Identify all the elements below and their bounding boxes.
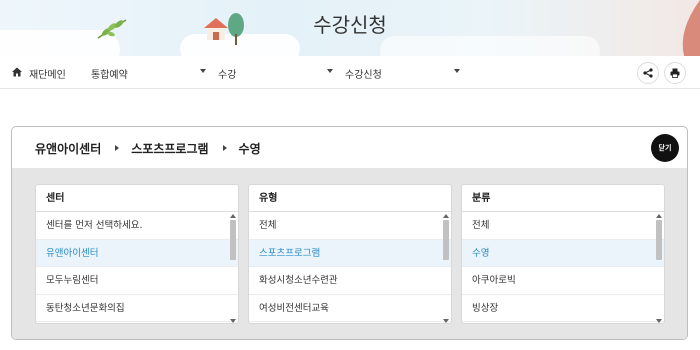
path-center: 유앤아이센터 <box>35 141 102 156</box>
scroll-down-icon[interactable] <box>230 319 236 323</box>
caret-down-icon[interactable] <box>200 69 206 73</box>
list-item[interactable]: 여성비전센터교육 <box>249 295 451 322</box>
scroll-up-icon[interactable] <box>443 214 449 218</box>
caret-down-icon[interactable] <box>327 69 333 73</box>
center-column: 센터 센터를 먼저 선택하세요. 유앤아이센터 모두누림센터 동탄청소년문화의집 <box>35 184 239 324</box>
scroll-down-icon[interactable] <box>443 319 449 323</box>
category-select-panel: 유앤아이센터 스포츠프로그램 수영 닫기 센터 센터를 먼저 선택하세요. 유앤… <box>11 126 688 340</box>
type-column: 유형 전체 스포츠프로그램 화성시청소년수련관 여성비전센터교육 <box>248 184 452 324</box>
share-icon <box>643 68 653 78</box>
list-item[interactable]: 빙상장 <box>462 295 664 322</box>
chevron-right-icon <box>115 145 120 151</box>
breadcrumb-level1-select[interactable]: 통합예약 <box>91 66 128 81</box>
scroll-thumb[interactable] <box>230 220 236 260</box>
list-item[interactable]: 아쿠아로빅 <box>462 267 664 295</box>
scroll-thumb[interactable] <box>656 220 662 260</box>
scrollbar[interactable] <box>656 214 662 323</box>
close-button[interactable]: 닫기 <box>651 134 679 162</box>
print-button[interactable] <box>664 62 686 84</box>
list-item[interactable]: 모두누림센터 <box>36 267 238 295</box>
breadcrumb: 재단메인 통합예약 수강 수강신청 <box>0 56 700 89</box>
scroll-up-icon[interactable] <box>230 214 236 218</box>
selection-columns: 센터 센터를 먼저 선택하세요. 유앤아이센터 모두누림센터 동탄청소년문화의집… <box>12 168 687 339</box>
scrollbar[interactable] <box>443 214 449 323</box>
scroll-up-icon[interactable] <box>656 214 662 218</box>
page-title: 수강신청 <box>313 13 387 37</box>
list-item[interactable]: 전체 <box>462 212 664 240</box>
breadcrumb-level2-select[interactable]: 수강 <box>218 66 236 81</box>
list-item[interactable]: 화성시청소년수련관 <box>249 267 451 295</box>
scroll-thumb[interactable] <box>443 220 449 260</box>
scroll-down-icon[interactable] <box>656 319 662 323</box>
category-column: 분류 전체 수영 아쿠아로빅 빙상장 <box>461 184 665 324</box>
path-category: 수영 <box>238 141 261 156</box>
chevron-right-icon <box>222 145 227 151</box>
list-item[interactable]: 동탄청소년문화의집 <box>36 295 238 322</box>
column-header: 유형 <box>249 185 451 212</box>
list-item[interactable]: 센터를 먼저 선택하세요. <box>36 212 238 240</box>
print-icon <box>670 68 680 78</box>
list-item-selected[interactable]: 유앤아이센터 <box>36 239 238 267</box>
list-item[interactable]: 전체 <box>249 212 451 240</box>
column-header: 센터 <box>36 185 238 212</box>
breadcrumb-home-link[interactable]: 재단메인 <box>29 66 66 81</box>
path-type: 스포츠프로그램 <box>131 141 209 156</box>
hero-banner: 수강신청 <box>0 0 700 56</box>
share-button[interactable] <box>637 62 659 84</box>
scrollbar[interactable] <box>230 214 236 323</box>
list-item-selected[interactable]: 스포츠프로그램 <box>249 239 451 267</box>
column-header: 분류 <box>462 185 664 212</box>
breadcrumb-level3-select[interactable]: 수강신청 <box>345 66 382 81</box>
caret-down-icon[interactable] <box>454 69 460 73</box>
home-icon[interactable] <box>12 67 22 77</box>
list-item-selected[interactable]: 수영 <box>462 239 664 267</box>
cloud-decoration <box>380 36 600 56</box>
selected-path: 유앤아이센터 스포츠프로그램 수영 <box>35 140 261 156</box>
